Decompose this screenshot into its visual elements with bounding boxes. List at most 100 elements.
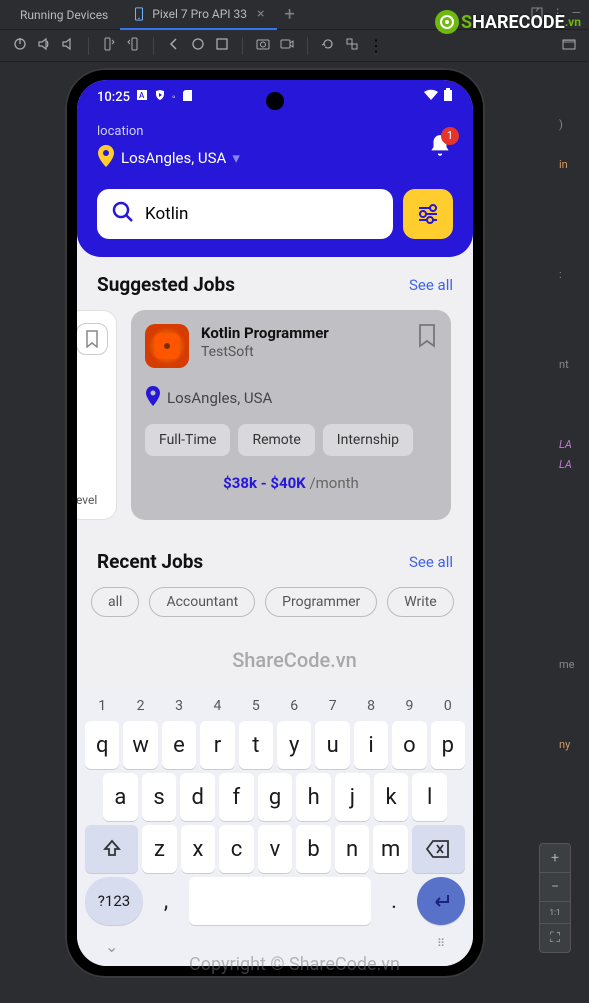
key-q[interactable]: q: [85, 721, 119, 769]
settings-icon[interactable]: [344, 36, 360, 56]
nav-home-icon[interactable]: [190, 36, 206, 56]
zoom-in-button[interactable]: +: [540, 844, 570, 873]
suggested-see-all[interactable]: See all: [409, 276, 453, 294]
restore-panel-icon[interactable]: [561, 36, 577, 56]
tab-device-label: Pixel 7 Pro API 33: [152, 7, 247, 21]
rotate-left-icon[interactable]: [101, 36, 117, 56]
key-v[interactable]: v: [258, 825, 293, 873]
key-1[interactable]: 1: [85, 695, 119, 717]
bookmark-icon[interactable]: [417, 324, 437, 344]
job-tag[interactable]: Internship: [323, 424, 413, 456]
key-k[interactable]: k: [374, 773, 409, 821]
period-key[interactable]: .: [375, 877, 413, 925]
key-9[interactable]: 9: [392, 695, 426, 717]
key-u[interactable]: u: [315, 721, 349, 769]
search-input[interactable]: [145, 204, 379, 224]
record-icon[interactable]: [279, 36, 295, 56]
job-tag[interactable]: Full-Time: [145, 424, 230, 456]
zoom-out-button[interactable]: −: [540, 873, 570, 902]
key-2[interactable]: 2: [123, 695, 157, 717]
comma-key[interactable]: ,: [147, 877, 185, 925]
rotate-right-icon[interactable]: [125, 36, 141, 56]
key-7[interactable]: 7: [315, 695, 349, 717]
company-logo: [145, 324, 189, 368]
key-j[interactable]: j: [335, 773, 370, 821]
filter-chip[interactable]: Write: [387, 587, 453, 617]
key-p[interactable]: p: [431, 721, 465, 769]
power-icon[interactable]: [12, 36, 28, 56]
key-e[interactable]: e: [162, 721, 196, 769]
enter-key[interactable]: [417, 877, 465, 925]
key-6[interactable]: 6: [277, 695, 311, 717]
search-icon: [111, 200, 135, 228]
chevron-down-icon[interactable]: ▾: [232, 149, 240, 167]
status-sd-icon: [182, 89, 193, 105]
key-d[interactable]: d: [180, 773, 215, 821]
shift-key[interactable]: [85, 825, 138, 873]
tab-device[interactable]: Pixel 7 Pro API 33 ×: [120, 0, 276, 30]
key-x[interactable]: x: [181, 825, 216, 873]
symbols-key[interactable]: ?123: [85, 877, 143, 925]
key-4[interactable]: 4: [200, 695, 234, 717]
recent-see-all[interactable]: See all: [409, 553, 453, 571]
filter-chip[interactable]: Accountant: [149, 587, 255, 617]
status-dot-icon: ◦: [172, 92, 176, 103]
location-value[interactable]: LosAngles, USA: [121, 149, 226, 167]
key-b[interactable]: b: [296, 825, 331, 873]
suggested-title: Suggested Jobs: [97, 273, 235, 296]
suggested-jobs-scroll[interactable]: evel Kotlin Programmer TestSoft: [77, 310, 453, 520]
job-tag[interactable]: Remote: [238, 424, 314, 456]
notification-button[interactable]: 1: [427, 133, 453, 163]
key-m[interactable]: m: [373, 825, 408, 873]
key-o[interactable]: o: [392, 721, 426, 769]
nav-overview-icon[interactable]: [214, 36, 230, 56]
volume-up-icon[interactable]: [36, 36, 52, 56]
bookmark-icon[interactable]: [77, 323, 108, 355]
tab-running-devices[interactable]: Running Devices: [8, 2, 120, 28]
more-vert-icon[interactable]: ⋮: [368, 36, 384, 55]
chevron-down-icon[interactable]: ⌄: [105, 937, 118, 956]
key-5[interactable]: 5: [239, 695, 273, 717]
key-n[interactable]: n: [335, 825, 370, 873]
key-3[interactable]: 3: [162, 695, 196, 717]
key-i[interactable]: i: [354, 721, 388, 769]
key-8[interactable]: 8: [354, 695, 388, 717]
job-title: Kotlin Programmer: [201, 324, 405, 342]
space-key[interactable]: [189, 877, 371, 925]
notification-badge: 1: [441, 127, 459, 145]
filter-chip[interactable]: all: [91, 587, 139, 617]
separator: [88, 37, 89, 55]
add-tab-button[interactable]: +: [285, 4, 295, 25]
filter-chip[interactable]: Programmer: [265, 587, 377, 617]
key-g[interactable]: g: [258, 773, 293, 821]
keyboard-settings-icon[interactable]: ⠿: [437, 937, 445, 956]
key-s[interactable]: s: [142, 773, 177, 821]
key-t[interactable]: t: [239, 721, 273, 769]
wifi-icon: [423, 89, 439, 105]
filter-chips[interactable]: all Accountant Programmer Write: [91, 587, 453, 617]
screenshot-icon[interactable]: [255, 36, 271, 56]
key-w[interactable]: w: [123, 721, 157, 769]
job-card[interactable]: Kotlin Programmer TestSoft LosAngles, US…: [131, 310, 451, 520]
key-y[interactable]: y: [277, 721, 311, 769]
key-z[interactable]: z: [142, 825, 177, 873]
key-r[interactable]: r: [200, 721, 234, 769]
key-a[interactable]: a: [103, 773, 138, 821]
job-card-prev[interactable]: evel: [77, 310, 117, 520]
volume-down-icon[interactable]: [60, 36, 76, 56]
key-0[interactable]: 0: [431, 695, 465, 717]
close-icon[interactable]: ×: [257, 6, 264, 22]
zoom-actual-button[interactable]: 1:1: [540, 902, 570, 924]
zoom-fit-button[interactable]: ⛶: [540, 924, 570, 952]
backspace-key[interactable]: [412, 825, 465, 873]
key-f[interactable]: f: [219, 773, 254, 821]
location-label: location: [97, 124, 427, 139]
nav-back-icon[interactable]: [166, 36, 182, 56]
filter-button[interactable]: [403, 189, 453, 239]
refresh-icon[interactable]: [320, 36, 336, 56]
key-h[interactable]: h: [296, 773, 331, 821]
job-location: LosAngles, USA: [167, 389, 272, 407]
search-box[interactable]: [97, 189, 393, 239]
key-c[interactable]: c: [219, 825, 254, 873]
key-l[interactable]: l: [412, 773, 447, 821]
